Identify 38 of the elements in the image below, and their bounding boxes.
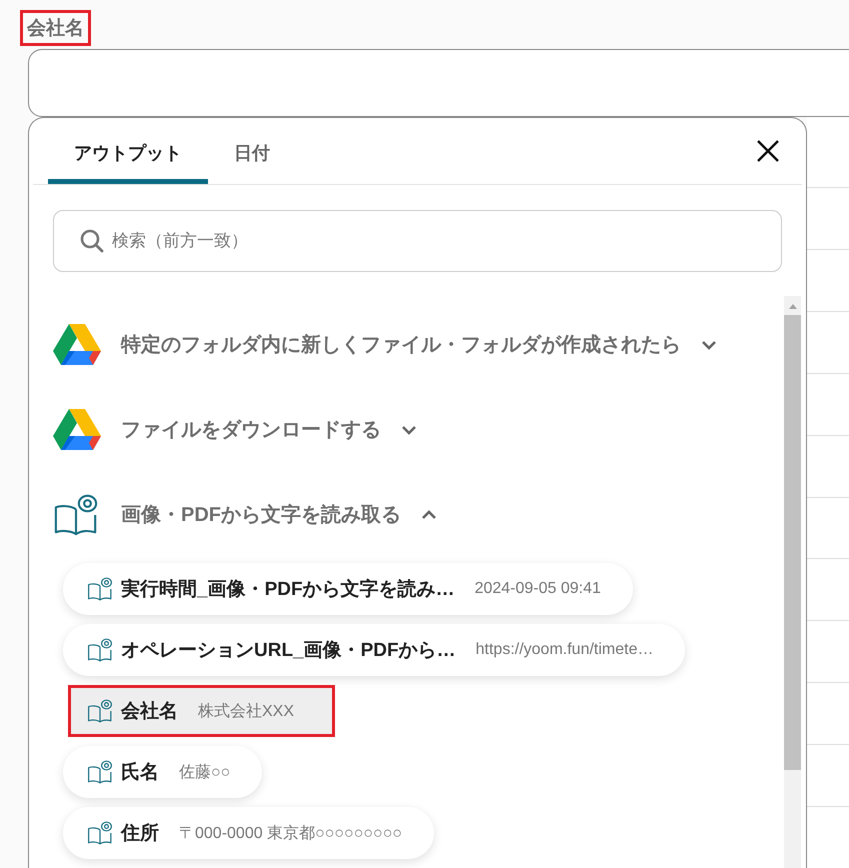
- output-item[interactable]: オペレーションURL_画像・PDFから… https://yoom.fun/timete…: [63, 624, 686, 676]
- item-value: 2024-09-05 09:41: [474, 580, 601, 598]
- chevron-up-icon[interactable]: [421, 510, 437, 520]
- item-label: オペレーションURL_画像・PDFから…: [121, 639, 456, 663]
- book-eye-icon: [87, 699, 113, 723]
- group-header[interactable]: 画像・PDFから文字を読み取る: [53, 472, 784, 557]
- item-label: 氏名: [121, 760, 159, 785]
- group-title: ファイルをダウンロードする: [121, 418, 381, 443]
- item-label: 住所: [121, 822, 159, 846]
- close-icon[interactable]: [756, 139, 780, 163]
- tab[interactable]: 日付: [208, 118, 296, 184]
- group-title: 画像・PDFから文字を読み取る: [121, 502, 401, 528]
- drive-triangle-icon: [53, 322, 101, 366]
- group-header[interactable]: 特定のフォルダ内に新しくファイル・フォルダが作成されたら: [53, 302, 784, 387]
- chevron-down-icon[interactable]: [701, 340, 717, 350]
- field-label: 会社名: [20, 10, 91, 46]
- group-header[interactable]: ファイルをダウンロードする: [53, 387, 784, 472]
- output-item[interactable]: 氏名 佐藤○○: [63, 746, 262, 798]
- book-eye-icon: [87, 760, 113, 784]
- book-eye-icon: [87, 638, 113, 662]
- item-value: 株式会社XXX: [198, 702, 294, 722]
- item-label: 会社名: [121, 700, 178, 724]
- output-item[interactable]: 会社名 株式会社XXX: [68, 685, 336, 737]
- output-item[interactable]: 実行時間_画像・PDFから文字を読み… 2024-09-05 09:41: [63, 563, 633, 615]
- item-value: 〒000-0000 東京都○○○○○○○○○: [179, 824, 402, 844]
- search-field[interactable]: 検索（前方一致）: [53, 210, 782, 272]
- book-eye-icon: [87, 821, 113, 845]
- text-field[interactable]: [28, 49, 849, 117]
- item-value: 佐藤○○: [179, 762, 230, 782]
- output-item[interactable]: 住所 〒000-0000 東京都○○○○○○○○○: [63, 807, 434, 859]
- chevron-down-icon[interactable]: [401, 424, 417, 434]
- item-value: https://yoom.fun/timete…: [476, 641, 654, 659]
- drive-triangle-icon: [53, 408, 101, 452]
- item-label: 実行時間_画像・PDFから文字を読み…: [121, 578, 455, 602]
- scrollbar[interactable]: [784, 296, 801, 868]
- group-title: 特定のフォルダ内に新しくファイル・フォルダが作成されたら: [121, 332, 681, 358]
- book-eye-icon: [87, 577, 113, 601]
- tab[interactable]: アウトプット: [48, 118, 208, 184]
